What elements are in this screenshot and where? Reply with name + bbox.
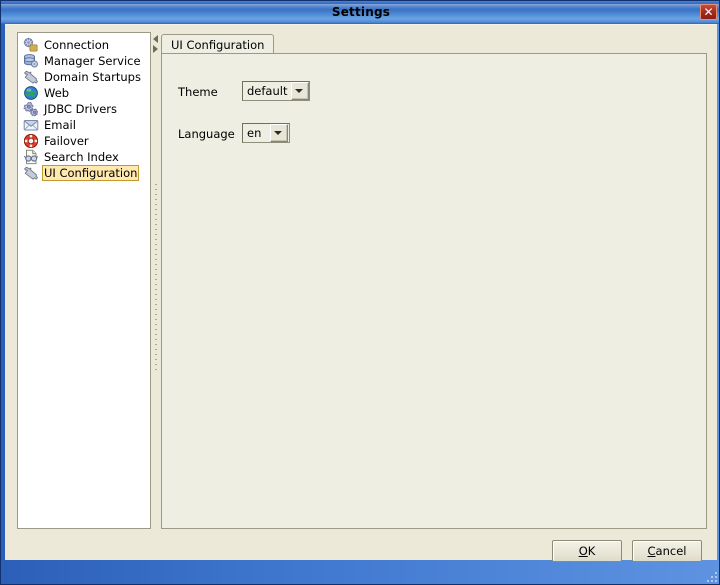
settings-category-tree[interactable]: Connection Manager Service Domain Startu… bbox=[17, 32, 151, 529]
split-pane: Connection Manager Service Domain Startu… bbox=[17, 32, 707, 529]
close-button[interactable]: ✕ bbox=[700, 4, 717, 20]
tab-strip: UI Configuration bbox=[161, 34, 707, 54]
tree-item-failover[interactable]: Failover bbox=[18, 133, 150, 149]
settings-tab-pane: UI Configuration Theme default Language … bbox=[161, 32, 707, 529]
tree-item-label: Domain Startups bbox=[44, 70, 141, 84]
tree-item-label: JDBC Drivers bbox=[44, 102, 117, 116]
title-bar[interactable]: Settings ✕ bbox=[1, 1, 719, 24]
document-search-icon bbox=[23, 149, 39, 165]
triangle-left-icon[interactable] bbox=[153, 35, 158, 43]
theme-select-value: default bbox=[247, 84, 288, 98]
tree-item-label: UI Configuration bbox=[42, 165, 140, 181]
tree-item-manager-service[interactable]: Manager Service bbox=[18, 53, 150, 69]
tree-item-label: Web bbox=[44, 86, 70, 100]
language-label: Language bbox=[178, 127, 235, 141]
tree-item-label: Email bbox=[44, 118, 76, 132]
chevron-down-icon[interactable] bbox=[291, 82, 310, 100]
envelope-icon bbox=[23, 117, 39, 133]
tree-item-ui-configuration[interactable]: UI Configuration bbox=[18, 165, 150, 181]
language-row: Language bbox=[178, 124, 235, 144]
language-select-value: en bbox=[247, 126, 262, 140]
tree-item-jdbc-drivers[interactable]: JDBC Drivers bbox=[18, 101, 150, 117]
theme-label: Theme bbox=[178, 85, 218, 99]
tree-item-connection[interactable]: Connection bbox=[18, 37, 150, 53]
split-pane-divider[interactable] bbox=[151, 32, 161, 529]
triangle-right-icon[interactable] bbox=[153, 45, 158, 53]
resize-grip[interactable] bbox=[705, 570, 717, 582]
wrench-icon bbox=[23, 69, 39, 85]
tree-item-label: Failover bbox=[44, 134, 89, 148]
theme-row: Theme bbox=[178, 82, 218, 102]
cancel-button-mnemonic: C bbox=[647, 544, 656, 558]
tree-item-domain-startups[interactable]: Domain Startups bbox=[18, 69, 150, 85]
theme-select[interactable]: default bbox=[242, 81, 310, 101]
dialog-client-area: Connection Manager Service Domain Startu… bbox=[5, 24, 717, 562]
tree-item-email[interactable]: Email bbox=[18, 117, 150, 133]
tab-content-ui-configuration: Theme default Language en bbox=[161, 53, 707, 529]
tree-item-search-index[interactable]: Search Index bbox=[18, 149, 150, 165]
chevron-down-icon[interactable] bbox=[270, 124, 288, 142]
tree-item-label: Search Index bbox=[44, 150, 119, 164]
language-select[interactable]: en bbox=[242, 123, 290, 143]
ok-button-label: K bbox=[587, 544, 596, 558]
connection-icon bbox=[23, 37, 39, 53]
tree-item-web[interactable]: Web bbox=[18, 85, 150, 101]
tab-ui-configuration[interactable]: UI Configuration bbox=[161, 34, 275, 54]
ok-button-mnemonic: O bbox=[578, 544, 588, 558]
manager-service-icon bbox=[23, 53, 39, 69]
globe-icon bbox=[23, 85, 39, 101]
close-icon: ✕ bbox=[703, 5, 714, 19]
window-title: Settings bbox=[331, 5, 391, 19]
cancel-button-label: ancel bbox=[655, 544, 687, 558]
gears-icon bbox=[23, 101, 39, 117]
cancel-button[interactable]: Cancel bbox=[632, 540, 702, 562]
wrench-icon bbox=[23, 165, 39, 181]
split-grip-icon bbox=[155, 184, 157, 374]
tree-item-label: Manager Service bbox=[44, 54, 141, 68]
lifebuoy-icon bbox=[23, 133, 39, 149]
ok-button[interactable]: OK bbox=[552, 540, 622, 562]
tree-item-label: Connection bbox=[44, 38, 110, 52]
settings-dialog-window: Settings ✕ Connection Manager Service Do… bbox=[0, 0, 720, 585]
